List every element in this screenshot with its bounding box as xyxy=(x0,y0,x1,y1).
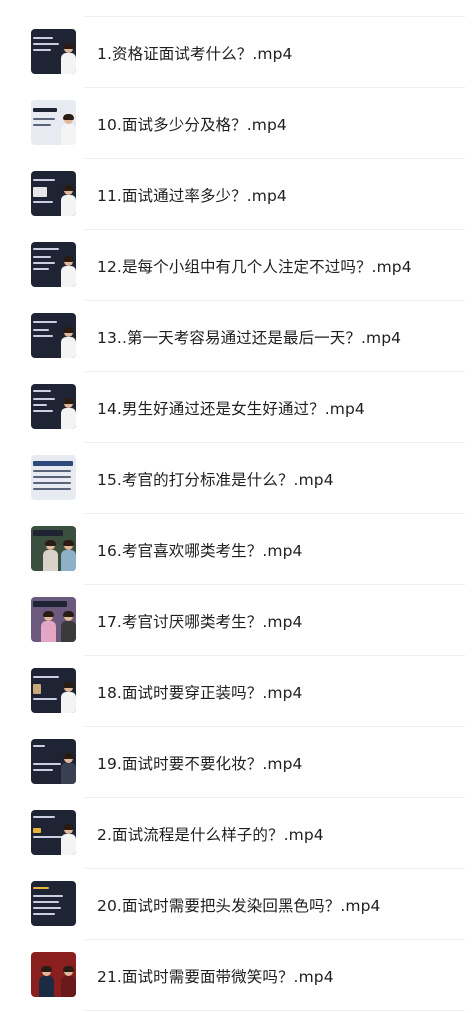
video-thumbnail-icon xyxy=(31,739,76,784)
video-thumbnail-icon xyxy=(31,668,76,713)
video-thumbnail-icon xyxy=(31,597,76,642)
file-row[interactable]: 10.面试多少分及格？.mp4 xyxy=(0,88,473,159)
video-file-list: 1.资格证面试考什么？.mp4 10.面试多少分及格？.mp4 11.面试通过率… xyxy=(0,0,473,1013)
video-thumbnail-icon xyxy=(31,455,76,500)
file-row[interactable]: 14.男生好通过还是女生好通过？.mp4 xyxy=(0,372,473,443)
video-thumbnail-icon xyxy=(31,313,76,358)
file-name: 19.面试时要不要化妆？.mp4 xyxy=(97,755,303,773)
file-row[interactable]: 20.面试时需要把头发染回黑色吗？.mp4 xyxy=(0,869,473,940)
video-thumbnail-icon xyxy=(31,810,76,855)
file-row[interactable]: 13..第一天考容易通过还是最后一天？.mp4 xyxy=(0,301,473,372)
file-name: 2.面试流程是什么样子的？.mp4 xyxy=(97,826,324,844)
file-row[interactable]: 17.考官讨厌哪类考生？.mp4 xyxy=(0,585,473,656)
video-thumbnail-icon xyxy=(31,242,76,287)
file-name: 18.面试时要穿正装吗？.mp4 xyxy=(97,684,303,702)
file-name: 16.考官喜欢哪类考生？.mp4 xyxy=(97,542,303,560)
file-row[interactable]: 1.资格证面试考什么？.mp4 xyxy=(0,17,473,88)
video-thumbnail-icon xyxy=(31,952,76,997)
file-row[interactable]: 15.考官的打分标准是什么？.mp4 xyxy=(0,443,473,514)
file-row[interactable]: 12.是每个小组中有几个人注定不过吗？.mp4 xyxy=(0,230,473,301)
file-row[interactable]: 2.面试流程是什么样子的？.mp4 xyxy=(0,798,473,869)
file-name: 1.资格证面试考什么？.mp4 xyxy=(97,45,293,63)
file-row[interactable]: 18.面试时要穿正装吗？.mp4 xyxy=(0,656,473,727)
video-thumbnail-icon xyxy=(31,171,76,216)
video-thumbnail-icon xyxy=(31,100,76,145)
video-thumbnail-icon xyxy=(31,881,76,926)
file-name: 17.考官讨厌哪类考生？.mp4 xyxy=(97,613,303,631)
file-name: 11.面试通过率多少？.mp4 xyxy=(97,187,287,205)
file-name: 20.面试时需要把头发染回黑色吗？.mp4 xyxy=(97,897,381,915)
file-name: 12.是每个小组中有几个人注定不过吗？.mp4 xyxy=(97,258,412,276)
file-name: 21.面试时需要面带微笑吗？.mp4 xyxy=(97,968,334,986)
file-row[interactable]: 11.面试通过率多少？.mp4 xyxy=(0,159,473,230)
file-name: 13..第一天考容易通过还是最后一天？.mp4 xyxy=(97,329,402,347)
file-name: 14.男生好通过还是女生好通过？.mp4 xyxy=(97,400,365,418)
file-name: 15.考官的打分标准是什么？.mp4 xyxy=(97,471,334,489)
file-row[interactable]: 21.面试时需要面带微笑吗？.mp4 xyxy=(0,940,473,1011)
video-thumbnail-icon xyxy=(31,29,76,74)
video-thumbnail-icon xyxy=(31,526,76,571)
file-name: 10.面试多少分及格？.mp4 xyxy=(97,116,287,134)
video-thumbnail-icon xyxy=(31,384,76,429)
file-row[interactable]: 19.面试时要不要化妆？.mp4 xyxy=(0,727,473,798)
file-row[interactable]: 16.考官喜欢哪类考生？.mp4 xyxy=(0,514,473,585)
